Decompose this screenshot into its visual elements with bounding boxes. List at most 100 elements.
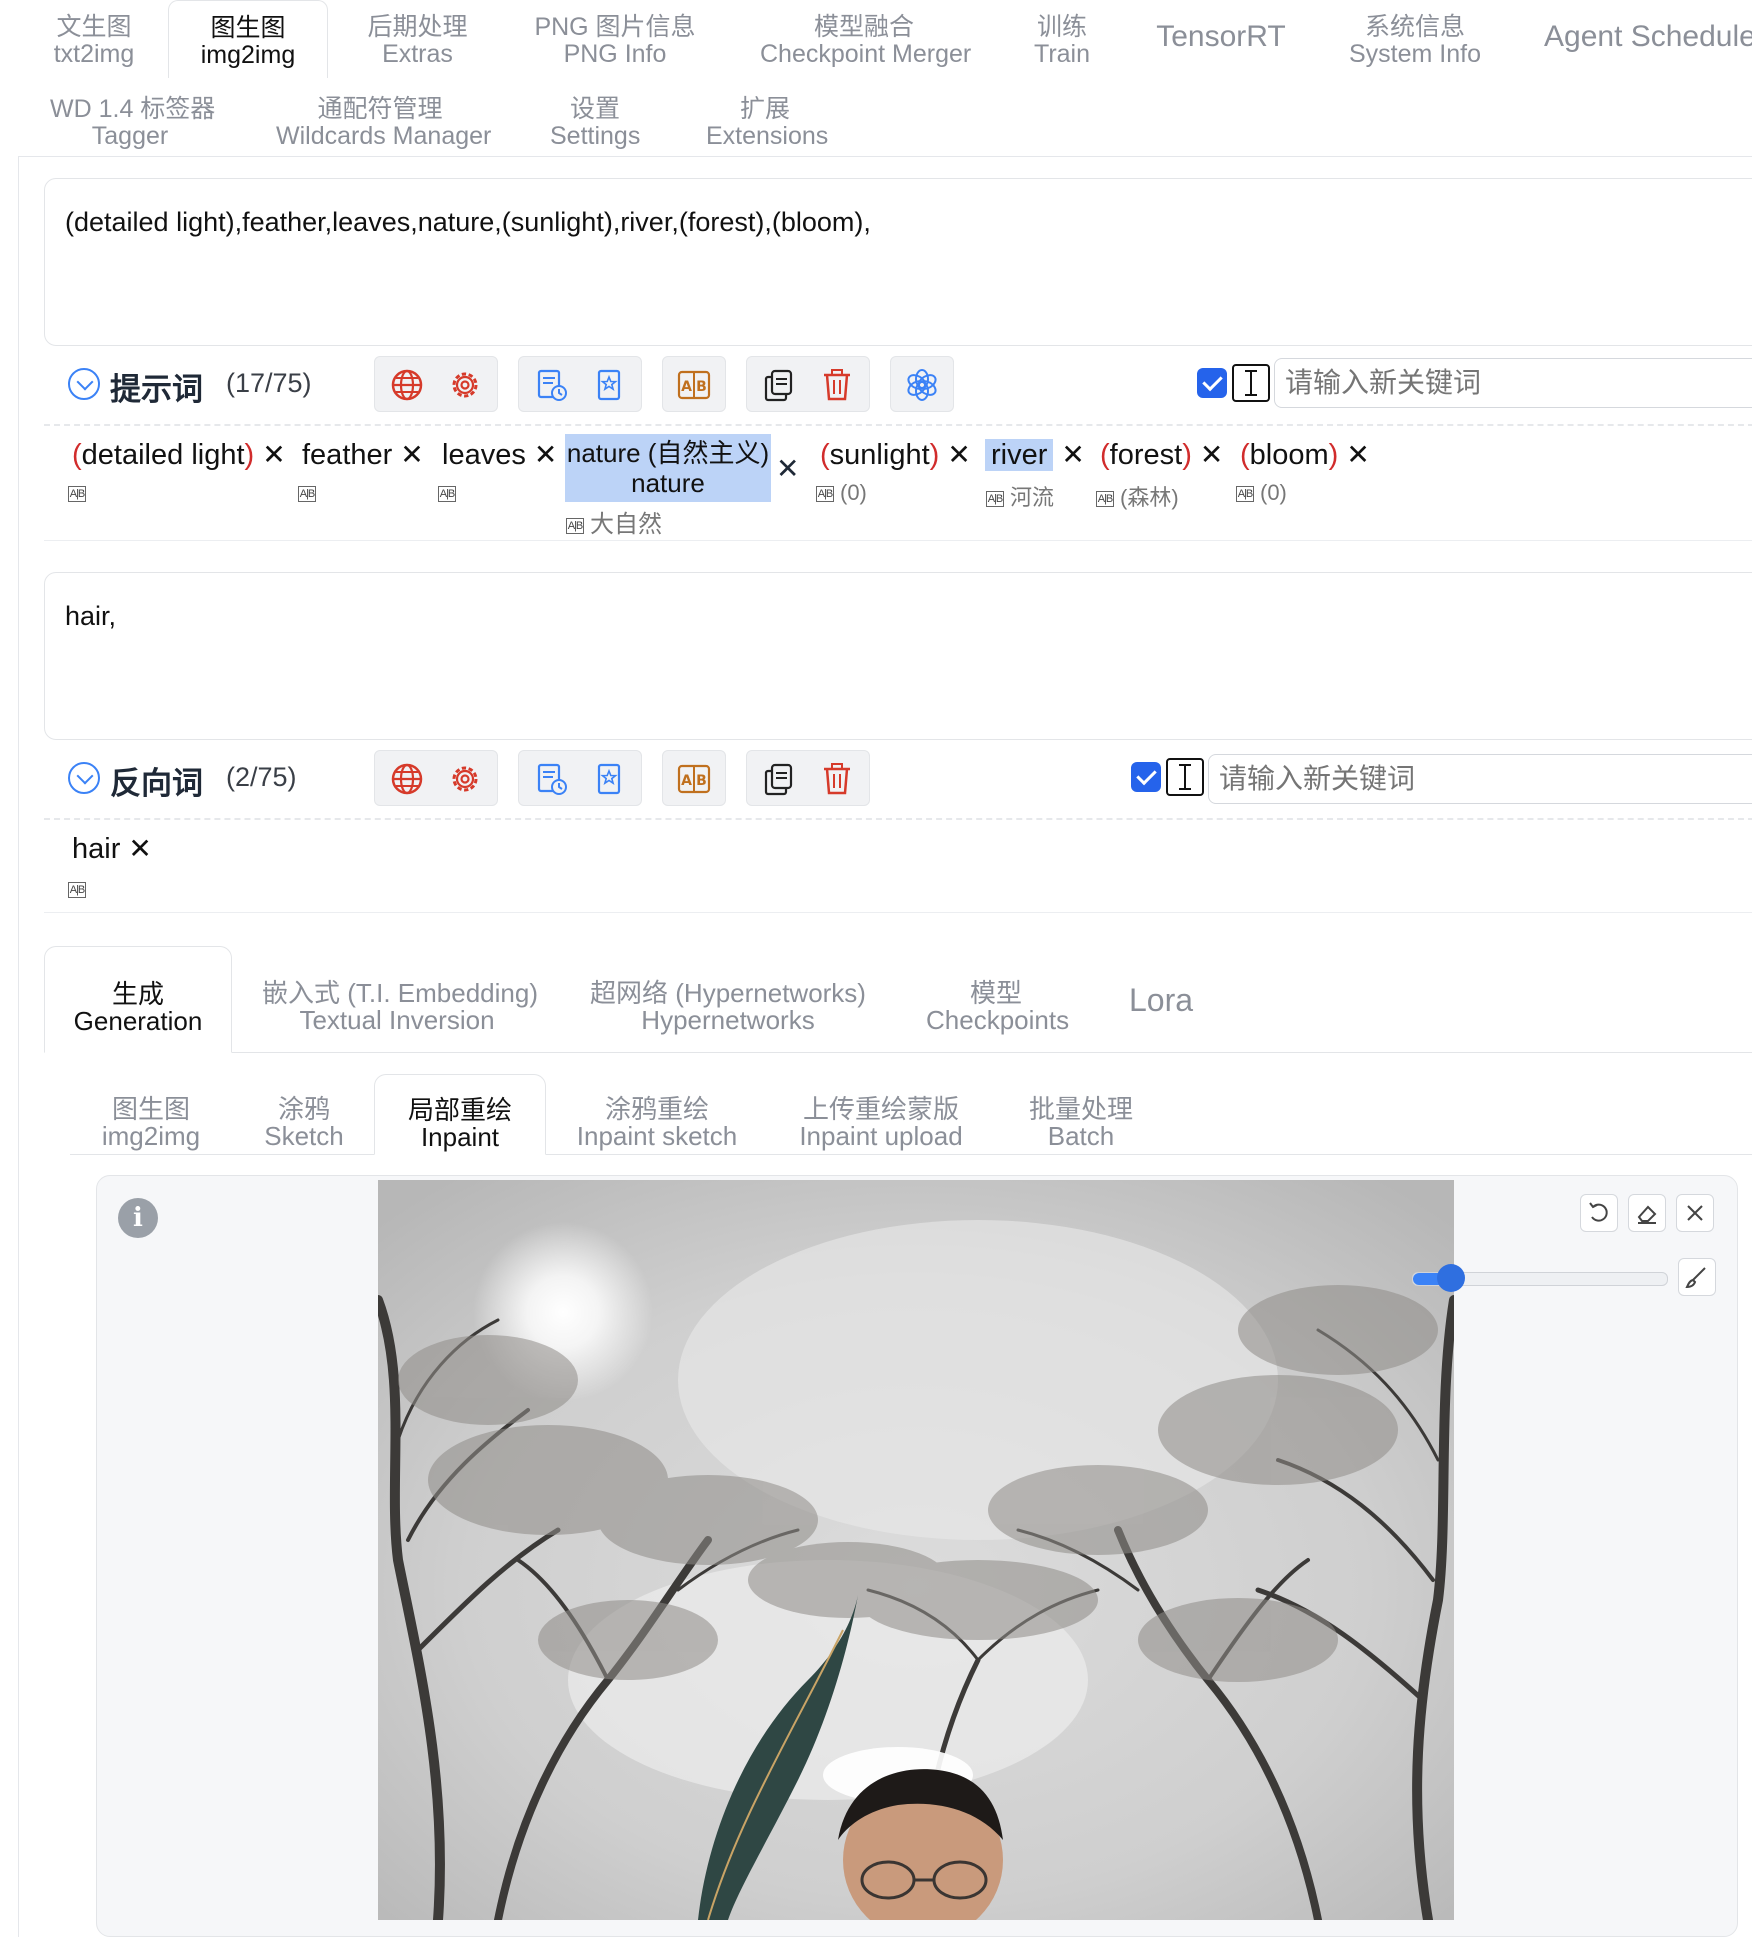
history-icon[interactable] bbox=[533, 761, 569, 797]
negative-toolbar-group-4 bbox=[746, 750, 870, 806]
tab-system-info[interactable]: 系统信息 System Info bbox=[1348, 14, 1482, 68]
brush-size-thumb[interactable] bbox=[1437, 1264, 1466, 1292]
translate-ab-icon[interactable]: AB bbox=[676, 367, 712, 403]
tab-tensorrt[interactable]: TensorRT bbox=[1156, 0, 1286, 74]
tab-mode-batch[interactable]: 批量处理 Batch bbox=[1026, 1096, 1136, 1150]
tab-hypernetworks[interactable]: 超网络 (Hypernetworks) Hypernetworks bbox=[590, 980, 866, 1034]
tab-mode-inpaint-sketch[interactable]: 涂鸦重绘 Inpaint sketch bbox=[576, 1096, 738, 1150]
tab-txt2img[interactable]: 文生图 txt2img bbox=[44, 14, 144, 68]
tag-translation: A|B 河流 bbox=[986, 485, 1055, 510]
globe-translate-icon[interactable] bbox=[389, 761, 425, 797]
prompt-textarea[interactable]: (detailed light),feather,leaves,nature,(… bbox=[44, 178, 1752, 346]
tab-extras[interactable]: 后期处理 Extras bbox=[360, 14, 475, 68]
translate-ab-icon[interactable]: A|B bbox=[438, 486, 456, 503]
remove-tag-icon[interactable]: ✕ bbox=[1061, 439, 1084, 470]
inpaint-image[interactable] bbox=[378, 1180, 1454, 1920]
remove-tag-icon[interactable]: ✕ bbox=[262, 439, 285, 470]
prompt-toolbar-group-2 bbox=[518, 356, 642, 412]
tab-train[interactable]: 训练 Train bbox=[1030, 14, 1094, 68]
tab-label-en: Extras bbox=[382, 40, 453, 68]
prompt-keyword-checkbox[interactable] bbox=[1197, 368, 1227, 398]
tag-label: sunlight bbox=[829, 439, 930, 471]
translate-ab-icon[interactable]: A|B bbox=[816, 486, 834, 503]
negative-tag[interactable]: hair ✕ bbox=[72, 832, 152, 866]
tab-checkpoint-merger[interactable]: 模型融合 Checkpoint Merger bbox=[760, 14, 971, 68]
brush-size-slider[interactable] bbox=[1412, 1264, 1668, 1292]
remove-tag-icon[interactable]: ✕ bbox=[534, 439, 557, 470]
prompt-collapse-toggle-icon[interactable] bbox=[68, 368, 100, 400]
remove-tag-icon[interactable]: ✕ bbox=[1200, 439, 1223, 470]
close-icon[interactable] bbox=[1676, 1194, 1714, 1232]
globe-translate-icon[interactable] bbox=[389, 367, 425, 403]
tab-label-en: Batch bbox=[1047, 1121, 1115, 1151]
prompt-tag[interactable]: (forest) ✕ bbox=[1100, 438, 1223, 472]
remove-tag-icon[interactable]: ✕ bbox=[1346, 439, 1369, 470]
gear-settings-icon[interactable] bbox=[447, 761, 483, 797]
translate-ab-icon[interactable]: AB bbox=[676, 761, 712, 797]
tag-translation: A|B (森林) bbox=[1096, 485, 1179, 510]
tab-settings[interactable]: 设置 Settings bbox=[550, 96, 640, 150]
copy-icon[interactable] bbox=[761, 761, 797, 797]
tab-label-zh: 涂鸦重绘 bbox=[604, 1094, 709, 1124]
translate-ab-icon[interactable]: A|B bbox=[986, 491, 1004, 508]
prompt-toolbar-group-4 bbox=[746, 356, 870, 412]
tab-wildcards-manager[interactable]: 通配符管理 Wildcards Manager bbox=[276, 96, 491, 150]
remove-tag-icon[interactable]: ✕ bbox=[128, 833, 151, 864]
prompt-keyword-input[interactable] bbox=[1274, 358, 1752, 408]
negative-keyword-checkbox[interactable] bbox=[1131, 762, 1161, 792]
tab-extensions[interactable]: 扩展 Extensions bbox=[706, 96, 828, 150]
prompt-tag[interactable]: leaves ✕ bbox=[442, 438, 557, 472]
tab-label-zh: 图生图 bbox=[210, 14, 286, 42]
prompt-tag[interactable]: nature (自然主义) nature bbox=[565, 434, 771, 502]
prompt-tag[interactable]: (bloom) ✕ bbox=[1240, 438, 1370, 472]
negative-toolbar-group-1 bbox=[374, 750, 498, 806]
translate-ab-icon[interactable]: A|B bbox=[68, 486, 86, 503]
tag-label: river bbox=[985, 439, 1054, 471]
remove-tag-icon[interactable]: ✕ bbox=[947, 439, 970, 470]
translate-ab-icon[interactable]: A|B bbox=[1236, 486, 1254, 503]
bookmark-icon[interactable] bbox=[591, 367, 627, 403]
prompt-toolbar-group-5 bbox=[890, 356, 954, 412]
tab-label-zh: 批量处理 bbox=[1028, 1094, 1133, 1124]
tab-label-zh: 文生图 bbox=[56, 13, 132, 41]
openai-gpt-icon[interactable] bbox=[904, 367, 940, 403]
tab-png-info[interactable]: PNG 图片信息 PNG Info bbox=[532, 14, 698, 68]
negative-keyword-input[interactable] bbox=[1208, 754, 1752, 804]
tab-label-zh: WD 1.4 标签器 bbox=[50, 95, 216, 123]
tab-generation[interactable]: 生成 Generation bbox=[44, 946, 232, 1053]
translate-ab-icon[interactable]: A|B bbox=[566, 517, 584, 534]
history-icon[interactable] bbox=[533, 367, 569, 403]
remove-tag-icon[interactable]: ✕ bbox=[400, 439, 423, 470]
info-icon[interactable]: i bbox=[118, 1198, 158, 1238]
translate-ab-icon[interactable]: A|B bbox=[298, 486, 316, 503]
gear-settings-icon[interactable] bbox=[447, 367, 483, 403]
remove-tag-icon[interactable]: ✕ bbox=[776, 452, 799, 485]
copy-icon[interactable] bbox=[761, 367, 797, 403]
brush-icon[interactable] bbox=[1678, 1258, 1716, 1296]
translate-ab-icon[interactable]: A|B bbox=[68, 882, 86, 899]
trash-icon[interactable] bbox=[819, 761, 855, 797]
tab-textual-inversion[interactable]: 嵌入式 (T.I. Embedding) Textual Inversion bbox=[262, 978, 538, 1034]
negative-collapse-toggle-icon[interactable] bbox=[68, 762, 100, 794]
prompt-tag[interactable]: river ✕ bbox=[985, 438, 1085, 472]
translate-ab-icon[interactable]: A|B bbox=[1096, 491, 1114, 508]
tab-img2img[interactable]: 图生图 img2img bbox=[168, 0, 328, 78]
negative-prompt-textarea[interactable]: hair, bbox=[44, 572, 1752, 740]
tab-mode-inpaint-upload[interactable]: 上传重绘蒙版 Inpaint upload bbox=[796, 1096, 966, 1150]
tab-tagger[interactable]: WD 1.4 标签器 Tagger bbox=[50, 95, 216, 150]
tab-label-zh: 图生图 bbox=[111, 1094, 190, 1124]
eraser-icon[interactable] bbox=[1628, 1194, 1666, 1232]
prompt-tag[interactable]: feather ✕ bbox=[302, 438, 424, 472]
tab-label-zh: 嵌入式 (T.I. Embedding) bbox=[262, 978, 538, 1008]
prompt-tag[interactable]: (detailed light) ✕ bbox=[72, 438, 286, 472]
tab-mode-sketch[interactable]: 涂鸦 Sketch bbox=[260, 1096, 348, 1150]
tab-agent-scheduler[interactable]: Agent Schedule bbox=[1544, 0, 1752, 74]
undo-icon[interactable] bbox=[1580, 1194, 1618, 1232]
trash-icon[interactable] bbox=[819, 367, 855, 403]
tab-checkpoints[interactable]: 模型 Checkpoints bbox=[926, 980, 1069, 1034]
bookmark-icon[interactable] bbox=[591, 761, 627, 797]
tab-mode-inpaint[interactable]: 局部重绘 Inpaint bbox=[374, 1074, 546, 1155]
tab-mode-img2img[interactable]: 图生图 img2img bbox=[98, 1096, 204, 1150]
prompt-tag[interactable]: (sunlight) ✕ bbox=[820, 438, 971, 472]
tab-lora[interactable]: Lora bbox=[1128, 982, 1194, 1018]
